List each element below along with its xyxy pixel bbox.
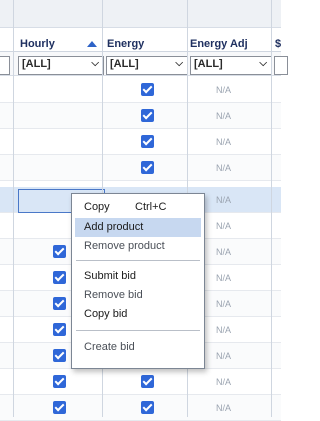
filter-dropdown-energy[interactable]: [ALL] ⌵ (106, 56, 188, 75)
column-header-hourly[interactable]: Hourly (20, 38, 55, 50)
energy-adj-cell: N/A (216, 111, 232, 121)
hourly-checkbox[interactable] (53, 297, 66, 310)
energy-adj-cell: N/A (216, 163, 232, 173)
energy-adj-cell: N/A (216, 221, 232, 231)
energy-adj-cell: N/A (216, 273, 232, 283)
energy-checkbox[interactable] (141, 161, 154, 174)
menu-item-submit-bid[interactable]: Submit bid (75, 267, 201, 286)
filter-dropdown-partial[interactable] (0, 56, 10, 75)
column-divider (13, 0, 14, 417)
chevron-down-icon: ⌵ (91, 58, 99, 69)
hourly-checkbox[interactable] (53, 323, 66, 336)
energy-adj-cell: N/A (216, 325, 232, 335)
menu-item-remove-product[interactable]: Remove product (75, 237, 201, 256)
column-header-truncated[interactable]: $ (275, 38, 281, 50)
energy-adj-cell: N/A (216, 299, 232, 309)
chevron-down-icon: ⌵ (175, 58, 183, 69)
menu-item-shortcut: Ctrl+C (135, 201, 167, 213)
hourly-checkbox[interactable] (53, 375, 66, 388)
sort-ascending-icon[interactable] (87, 41, 97, 47)
energy-adj-cell: N/A (216, 137, 232, 147)
menu-item-create-bid[interactable]: Create bid (75, 338, 201, 357)
menu-item-label: Create bid (84, 341, 135, 353)
chevron-down-icon: ⌵ (259, 58, 267, 69)
filter-dropdown-energy-adj[interactable]: [ALL] ⌵ (190, 56, 272, 75)
menu-item-label: Remove bid (84, 289, 143, 301)
context-menu: Copy Ctrl+C Add product Remove product S… (71, 193, 205, 369)
filter-value: [ALL] (110, 58, 139, 70)
table-row[interactable]: N/A (0, 77, 281, 103)
energy-adj-cell: N/A (216, 403, 232, 413)
menu-separator (76, 330, 200, 331)
energy-adj-cell: N/A (216, 351, 232, 361)
hourly-checkbox[interactable] (53, 401, 66, 414)
energy-checkbox[interactable] (141, 83, 154, 96)
table-row[interactable]: N/A (0, 395, 281, 421)
menu-item-label: Copy (84, 201, 110, 213)
hourly-checkbox[interactable] (53, 271, 66, 284)
menu-item-label: Copy bid (84, 308, 128, 320)
grid-top-band (0, 0, 281, 28)
column-header-energy-adj[interactable]: Energy Adj (190, 38, 248, 50)
column-divider[interactable] (271, 0, 272, 417)
menu-item-label: Submit bid (84, 270, 136, 282)
table-row[interactable]: N/A (0, 129, 281, 155)
table-row[interactable]: N/A (0, 369, 281, 395)
column-header-energy[interactable]: Energy (107, 38, 144, 50)
filter-dropdown-truncated[interactable] (274, 56, 288, 75)
table-row[interactable]: N/A (0, 155, 281, 181)
menu-separator (76, 260, 200, 261)
menu-item-add-product[interactable]: Add product (75, 218, 201, 237)
energy-checkbox[interactable] (141, 401, 154, 414)
column-header-row: Hourly Energy Energy Adj $ (0, 29, 281, 52)
menu-item-copy-bid[interactable]: Copy bid (75, 305, 201, 324)
energy-adj-cell: N/A (216, 85, 232, 95)
energy-adj-cell: N/A (216, 195, 232, 205)
hourly-checkbox[interactable] (53, 349, 66, 362)
filter-value: [ALL] (194, 58, 223, 70)
filter-dropdown-hourly[interactable]: [ALL] ⌵ (18, 56, 104, 75)
energy-checkbox[interactable] (141, 109, 154, 122)
menu-item-remove-bid[interactable]: Remove bid (75, 286, 201, 305)
energy-checkbox[interactable] (141, 135, 154, 148)
table-row[interactable]: N/A (0, 103, 281, 129)
hourly-checkbox[interactable] (53, 245, 66, 258)
menu-item-label: Add product (84, 221, 144, 233)
energy-adj-cell: N/A (216, 377, 232, 387)
filter-value: [ALL] (22, 58, 51, 70)
energy-adj-cell: N/A (216, 247, 232, 257)
menu-item-label: Remove product (84, 240, 165, 252)
menu-item-copy[interactable]: Copy Ctrl+C (75, 198, 201, 217)
energy-checkbox[interactable] (141, 375, 154, 388)
